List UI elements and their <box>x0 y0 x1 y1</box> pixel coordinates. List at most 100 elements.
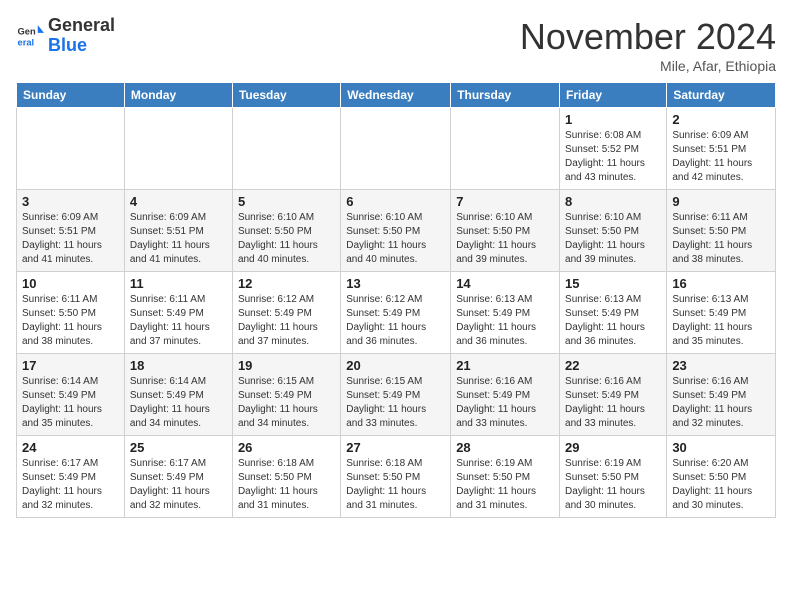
header-day-sunday: Sunday <box>17 83 125 108</box>
day-info: Sunrise: 6:18 AM Sunset: 5:50 PM Dayligh… <box>346 457 445 513</box>
day-info: Sunrise: 6:18 AM Sunset: 5:50 PM Dayligh… <box>238 457 335 513</box>
day-number: 20 <box>346 358 445 373</box>
svg-text:eral: eral <box>18 37 35 47</box>
day-info: Sunrise: 6:11 AM Sunset: 5:50 PM Dayligh… <box>672 211 770 267</box>
day-info: Sunrise: 6:11 AM Sunset: 5:50 PM Dayligh… <box>22 293 119 349</box>
logo-icon: Gen eral <box>16 22 44 50</box>
calendar-body: 1 Sunrise: 6:08 AM Sunset: 5:52 PM Daylig… <box>17 108 776 518</box>
day-number: 10 <box>22 276 119 291</box>
calendar-cell: 30Sunrise: 6:20 AM Sunset: 5:50 PM Dayli… <box>667 436 776 518</box>
day-info: Sunrise: 6:19 AM Sunset: 5:50 PM Dayligh… <box>456 457 554 513</box>
day-info: Sunrise: 6:16 AM Sunset: 5:49 PM Dayligh… <box>565 375 661 431</box>
location: Mile, Afar, Ethiopia <box>520 58 776 74</box>
calendar-cell: 12 Sunrise: 6:12 AM Sunset: 5:49 PM Dayli… <box>232 272 340 354</box>
day-number: 1 <box>565 112 661 127</box>
day-number: 12 <box>238 276 335 291</box>
calendar-cell: 19Sunrise: 6:15 AM Sunset: 5:49 PM Dayli… <box>232 354 340 436</box>
day-info: Sunrise: 6:09 AM Sunset: 5:51 PM Dayligh… <box>22 211 119 267</box>
calendar-cell: 20Sunrise: 6:15 AM Sunset: 5:49 PM Dayli… <box>341 354 451 436</box>
day-info: Sunrise: 6:09 AM Sunset: 5:51 PM Dayligh… <box>672 129 770 185</box>
svg-text:Gen: Gen <box>18 26 36 36</box>
day-info: Sunrise: 6:17 AM Sunset: 5:49 PM Dayligh… <box>22 457 119 513</box>
day-info: Sunrise: 6:12 AM Sunset: 5:49 PM Dayligh… <box>346 293 445 349</box>
calendar-cell: 8Sunrise: 6:10 AM Sunset: 5:50 PM Daylig… <box>560 190 667 272</box>
calendar-cell: 28 Sunrise: 6:19 AM Sunset: 5:50 PM Dayli… <box>451 436 560 518</box>
week-row-2: 3 Sunrise: 6:09 AM Sunset: 5:51 PM Daylig… <box>17 190 776 272</box>
day-number: 14 <box>456 276 554 291</box>
calendar-cell: 14 Sunrise: 6:13 AM Sunset: 5:49 PM Dayli… <box>451 272 560 354</box>
day-number: 24 <box>22 440 119 455</box>
logo-line2: Blue <box>48 36 115 56</box>
day-number: 3 <box>22 194 119 209</box>
day-number: 7 <box>456 194 554 209</box>
calendar-cell: 7 Sunrise: 6:10 AM Sunset: 5:50 PM Daylig… <box>451 190 560 272</box>
calendar-cell: 25Sunrise: 6:17 AM Sunset: 5:49 PM Dayli… <box>124 436 232 518</box>
day-number: 27 <box>346 440 445 455</box>
calendar-cell <box>17 108 125 190</box>
day-number: 16 <box>672 276 770 291</box>
calendar-cell <box>341 108 451 190</box>
day-info: Sunrise: 6:10 AM Sunset: 5:50 PM Dayligh… <box>456 211 554 267</box>
calendar-cell: 17 Sunrise: 6:14 AM Sunset: 5:49 PM Dayli… <box>17 354 125 436</box>
day-info: Sunrise: 6:16 AM Sunset: 5:49 PM Dayligh… <box>672 375 770 431</box>
calendar-cell: 6 Sunrise: 6:10 AM Sunset: 5:50 PM Daylig… <box>341 190 451 272</box>
day-info: Sunrise: 6:11 AM Sunset: 5:49 PM Dayligh… <box>130 293 227 349</box>
day-number: 2 <box>672 112 770 127</box>
day-info: Sunrise: 6:13 AM Sunset: 5:49 PM Dayligh… <box>456 293 554 349</box>
logo: Gen eral General Blue <box>16 16 115 56</box>
calendar-cell: 5Sunrise: 6:10 AM Sunset: 5:50 PM Daylig… <box>232 190 340 272</box>
calendar-cell: 21 Sunrise: 6:16 AM Sunset: 5:49 PM Dayli… <box>451 354 560 436</box>
day-number: 15 <box>565 276 661 291</box>
header-day-thursday: Thursday <box>451 83 560 108</box>
day-number: 9 <box>672 194 770 209</box>
title-block: November 2024 Mile, Afar, Ethiopia <box>520 16 776 74</box>
calendar-cell: 11 Sunrise: 6:11 AM Sunset: 5:49 PM Dayli… <box>124 272 232 354</box>
header-day-friday: Friday <box>560 83 667 108</box>
calendar-cell: 27 Sunrise: 6:18 AM Sunset: 5:50 PM Dayli… <box>341 436 451 518</box>
day-info: Sunrise: 6:09 AM Sunset: 5:51 PM Dayligh… <box>130 211 227 267</box>
day-number: 11 <box>130 276 227 291</box>
day-info: Sunrise: 6:20 AM Sunset: 5:50 PM Dayligh… <box>672 457 770 513</box>
week-row-4: 17 Sunrise: 6:14 AM Sunset: 5:49 PM Dayli… <box>17 354 776 436</box>
week-row-3: 10 Sunrise: 6:11 AM Sunset: 5:50 PM Dayli… <box>17 272 776 354</box>
day-number: 17 <box>22 358 119 373</box>
day-info: Sunrise: 6:19 AM Sunset: 5:50 PM Dayligh… <box>565 457 661 513</box>
day-number: 25 <box>130 440 227 455</box>
day-info: Sunrise: 6:16 AM Sunset: 5:49 PM Dayligh… <box>456 375 554 431</box>
day-number: 28 <box>456 440 554 455</box>
day-number: 26 <box>238 440 335 455</box>
day-info: Sunrise: 6:14 AM Sunset: 5:49 PM Dayligh… <box>22 375 119 431</box>
calendar-cell: 23 Sunrise: 6:16 AM Sunset: 5:49 PM Dayli… <box>667 354 776 436</box>
calendar-cell: 4Sunrise: 6:09 AM Sunset: 5:51 PM Daylig… <box>124 190 232 272</box>
calendar-cell: 1 Sunrise: 6:08 AM Sunset: 5:52 PM Daylig… <box>560 108 667 190</box>
logo-line1: General <box>48 16 115 36</box>
day-number: 18 <box>130 358 227 373</box>
calendar-table: SundayMondayTuesdayWednesdayThursdayFrid… <box>16 82 776 518</box>
calendar-cell: 10 Sunrise: 6:11 AM Sunset: 5:50 PM Dayli… <box>17 272 125 354</box>
calendar-cell: 15Sunrise: 6:13 AM Sunset: 5:49 PM Dayli… <box>560 272 667 354</box>
calendar-cell: 22Sunrise: 6:16 AM Sunset: 5:49 PM Dayli… <box>560 354 667 436</box>
day-number: 13 <box>346 276 445 291</box>
calendar-cell: 26 Sunrise: 6:18 AM Sunset: 5:50 PM Dayli… <box>232 436 340 518</box>
week-row-5: 24 Sunrise: 6:17 AM Sunset: 5:49 PM Dayli… <box>17 436 776 518</box>
day-number: 6 <box>346 194 445 209</box>
calendar-cell: 18 Sunrise: 6:14 AM Sunset: 5:49 PM Dayli… <box>124 354 232 436</box>
calendar-cell: 24 Sunrise: 6:17 AM Sunset: 5:49 PM Dayli… <box>17 436 125 518</box>
day-number: 23 <box>672 358 770 373</box>
day-info: Sunrise: 6:08 AM Sunset: 5:52 PM Dayligh… <box>565 129 661 185</box>
month-title: November 2024 <box>520 16 776 58</box>
day-info: Sunrise: 6:10 AM Sunset: 5:50 PM Dayligh… <box>346 211 445 267</box>
calendar-header: SundayMondayTuesdayWednesdayThursdayFrid… <box>17 83 776 108</box>
header-day-saturday: Saturday <box>667 83 776 108</box>
day-info: Sunrise: 6:12 AM Sunset: 5:49 PM Dayligh… <box>238 293 335 349</box>
calendar-cell <box>451 108 560 190</box>
day-info: Sunrise: 6:14 AM Sunset: 5:49 PM Dayligh… <box>130 375 227 431</box>
header-row: SundayMondayTuesdayWednesdayThursdayFrid… <box>17 83 776 108</box>
week-row-1: 1 Sunrise: 6:08 AM Sunset: 5:52 PM Daylig… <box>17 108 776 190</box>
calendar-cell: 3 Sunrise: 6:09 AM Sunset: 5:51 PM Daylig… <box>17 190 125 272</box>
calendar-cell: 9 Sunrise: 6:11 AM Sunset: 5:50 PM Daylig… <box>667 190 776 272</box>
header-day-tuesday: Tuesday <box>232 83 340 108</box>
page-header: Gen eral General Blue November 2024 Mile… <box>16 16 776 74</box>
day-number: 5 <box>238 194 335 209</box>
day-number: 21 <box>456 358 554 373</box>
